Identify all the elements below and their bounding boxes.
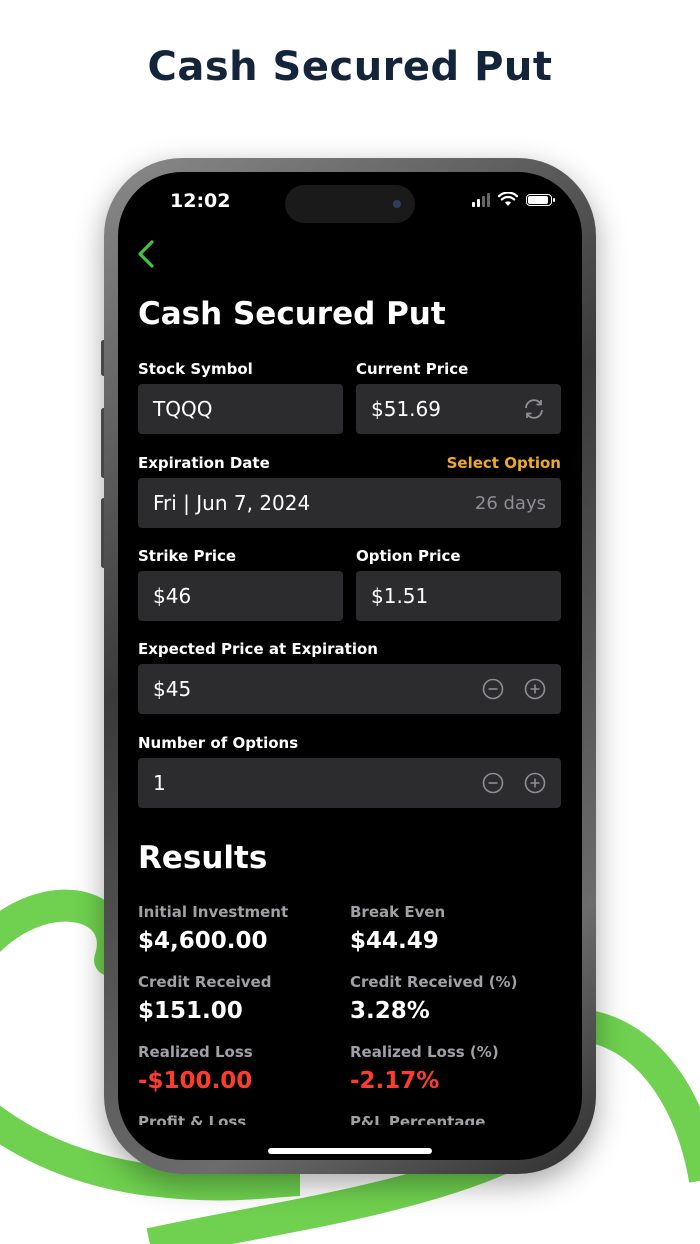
credit-received-value: $151.00 [138,998,243,1024]
results-heading: Results [138,840,268,876]
break-even-value: $44.49 [350,928,439,954]
profit-loss-label: Profit & Loss [138,1113,247,1125]
dynamic-island [285,185,415,223]
expiration-date-value: Fri | Jun 7, 2024 [153,491,311,515]
credit-received-pct-value: 3.28% [350,998,430,1024]
status-time: 12:02 [170,190,231,212]
plus-circle-icon[interactable] [524,678,546,700]
pl-percentage-label: P&L Percentage [350,1113,486,1125]
option-price-value: $1.51 [371,584,429,608]
stock-symbol-value: TQQQ [153,397,213,421]
initial-investment-label: Initial Investment [138,903,289,921]
number-of-options-stepper [482,772,546,794]
number-of-options-input[interactable]: 1 [138,758,561,808]
expected-price-value: $45 [153,677,192,701]
chevron-left-icon[interactable] [128,234,168,274]
expiration-date-picker[interactable]: Fri | Jun 7, 2024 26 days [138,478,561,528]
plus-circle-icon[interactable] [524,772,546,794]
current-price-value: $51.69 [371,397,441,421]
realized-loss-pct-value: -2.17% [350,1068,440,1094]
select-option-link[interactable]: Select Option [447,454,561,472]
expected-price-label: Expected Price at Expiration [138,640,378,658]
page-title: Cash Secured Put [138,296,446,332]
initial-investment-value: $4,600.00 [138,928,268,954]
stock-symbol-input[interactable]: TQQQ [138,384,343,434]
current-price-label: Current Price [356,360,469,378]
strike-price-label: Strike Price [138,547,237,565]
battery-icon [526,193,555,206]
stock-symbol-label: Stock Symbol [138,360,253,378]
number-of-options-label: Number of Options [138,734,299,752]
refresh-icon[interactable] [522,397,546,421]
expected-price-input[interactable]: $45 [138,664,561,714]
days-to-expiration: 26 days [474,492,546,514]
current-price-input[interactable]: $51.69 [356,384,561,434]
realized-loss-value: -$100.00 [138,1068,253,1094]
camera-icon [393,200,401,208]
option-price-input[interactable]: $1.51 [356,571,561,621]
wifi-icon [498,192,518,206]
credit-received-label: Credit Received [138,973,272,991]
status-icons [472,192,555,207]
credit-received-pct-label: Credit Received (%) [350,973,518,991]
realized-loss-label: Realized Loss [138,1043,253,1061]
expiration-date-label: Expiration Date [138,454,270,472]
strike-price-value: $46 [153,584,192,608]
number-of-options-value: 1 [153,771,166,795]
option-price-label: Option Price [356,547,461,565]
cellular-signal-icon [472,192,490,207]
break-even-label: Break Even [350,903,446,921]
expected-price-stepper [482,678,546,700]
minus-circle-icon[interactable] [482,772,504,794]
minus-circle-icon[interactable] [482,678,504,700]
realized-loss-pct-label: Realized Loss (%) [350,1043,499,1061]
home-indicator[interactable] [268,1148,432,1154]
phone-screen: 12:02 Cash Secured Put Stock Symbol Curr… [118,172,582,1160]
strike-price-input[interactable]: $46 [138,571,343,621]
